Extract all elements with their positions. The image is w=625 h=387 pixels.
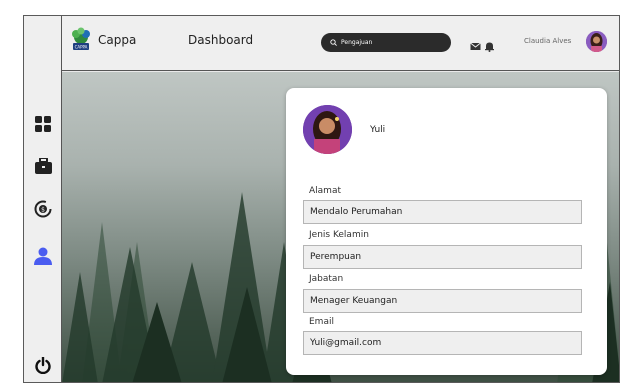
bell-icon (485, 42, 494, 52)
nav-dashboard-link[interactable]: Dashboard (188, 33, 253, 47)
coin-cycle-icon: $ (34, 200, 52, 218)
search-icon (330, 39, 337, 46)
topbar: CAPPA Cappa Dashboard Claudia A (62, 16, 619, 71)
cappa-logo: CAPPA (68, 26, 94, 52)
position-field[interactable] (303, 289, 582, 313)
mail-button[interactable] (470, 37, 481, 50)
logout-button[interactable] (32, 354, 54, 376)
svg-text:$: $ (41, 207, 45, 214)
sidebar-item-finance[interactable]: $ (32, 198, 54, 220)
briefcase-icon (34, 158, 52, 174)
email-label: Email (309, 317, 334, 327)
user-icon (34, 247, 52, 265)
envelope-icon (470, 42, 481, 50)
svg-text:CAPPA: CAPPA (75, 45, 88, 50)
sidebar-item-profile[interactable] (32, 245, 54, 267)
gender-field[interactable] (303, 245, 582, 269)
gender-label: Jenis Kelamin (309, 230, 369, 240)
address-field[interactable] (303, 200, 582, 224)
profile-avatar (303, 105, 352, 154)
avatar-image (586, 31, 607, 52)
brand-name: Cappa (98, 33, 137, 47)
notification-button[interactable] (484, 37, 495, 52)
profile-card: Yuli Alamat Jenis Kelamin Jabatan Email (286, 88, 607, 375)
search-input[interactable] (341, 39, 441, 46)
search-bar[interactable] (321, 33, 451, 52)
address-label: Alamat (309, 186, 341, 196)
grid-icon (35, 116, 51, 132)
profile-name: Yuli (370, 125, 386, 135)
user-avatar[interactable] (586, 31, 607, 52)
sidebar-item-jobs[interactable] (32, 155, 54, 177)
user-name[interactable]: Claudia Alves (524, 37, 571, 45)
leaf-logo-icon: CAPPA (72, 27, 90, 50)
profile-photo-image (303, 105, 352, 154)
email-field[interactable] (303, 331, 582, 355)
position-label: Jabatan (309, 274, 344, 284)
sidebar-item-dashboard[interactable] (32, 113, 54, 135)
sidebar: $ (24, 16, 62, 382)
power-icon (35, 356, 51, 374)
